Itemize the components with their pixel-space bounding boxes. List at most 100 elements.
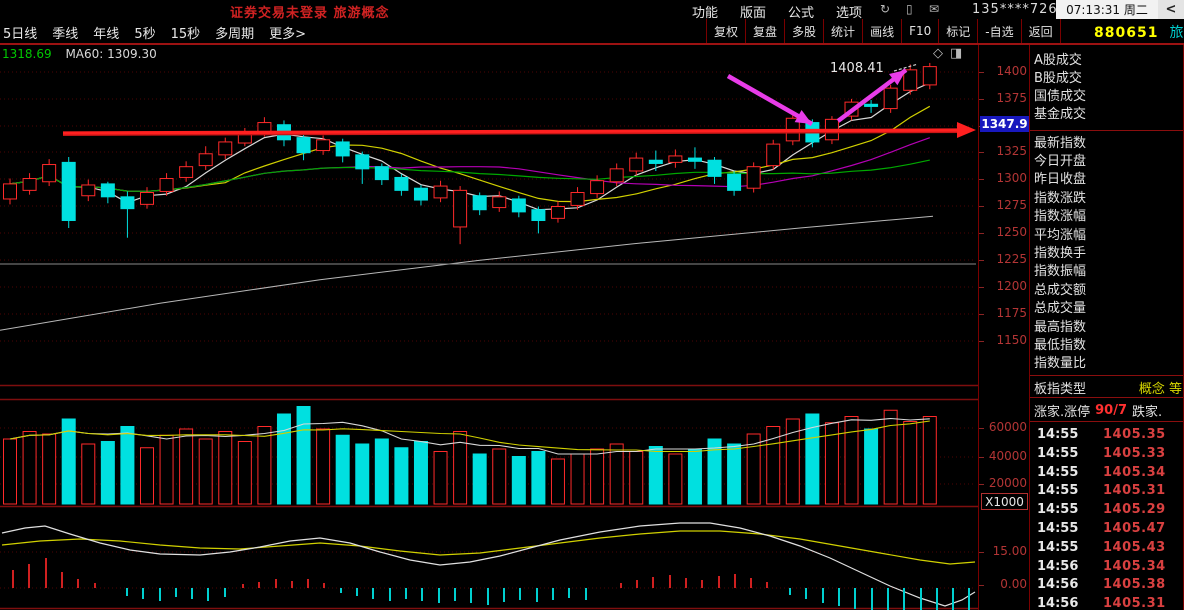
panel-divider (1030, 421, 1183, 422)
volume-bar (257, 426, 272, 505)
toolbar-button[interactable]: 返回 (1020, 19, 1061, 43)
axis-tick-mark (979, 99, 984, 100)
quote-time: 14:55 (1037, 521, 1079, 536)
candle-body (3, 183, 17, 200)
volume-bar (276, 413, 291, 505)
volume-bar (531, 451, 546, 505)
index-stat-item: 指数振幅 (1034, 264, 1087, 280)
quote-row: 14:55 1405.31 (1030, 482, 1183, 500)
period-tab[interactable]: 季线 (52, 23, 78, 42)
toolbar-button[interactable]: -自选 (977, 19, 1020, 43)
candle-body (492, 196, 507, 209)
period-tab[interactable]: 5秒 (134, 23, 155, 42)
quote-row: 14:55 1405.33 (1030, 445, 1183, 463)
volume-bar (687, 448, 702, 505)
volume-bar (511, 456, 526, 505)
candle-body (648, 159, 663, 164)
price-axis-label: 1175 (996, 306, 1027, 320)
toolbar-button[interactable]: 标记 (938, 19, 977, 43)
account-phone-number: 135****7268 (972, 2, 1067, 17)
symbol-code: 880651 (1094, 25, 1159, 41)
volume-bar (903, 421, 918, 505)
index-stat-item: 指数换手 (1034, 245, 1087, 261)
candle-body (120, 196, 135, 210)
volume-bar (668, 453, 683, 505)
toolbar-button[interactable]: 复权 (706, 19, 745, 43)
chart-area[interactable]: 1318.69 MA60: 1309.30 1408.41 ◇ ◨ (0, 45, 978, 610)
price-axis-label: 1300 (996, 171, 1027, 185)
quote-price: 1405.34 (1103, 464, 1166, 480)
volume-bar (237, 441, 252, 505)
volume-bar (218, 431, 233, 505)
mail-icon[interactable]: ✉ (929, 2, 939, 16)
quote-time: 14:55 (1037, 445, 1079, 461)
volume-bar (472, 453, 487, 505)
long-term-ma-line (0, 215, 934, 331)
volume-bar (883, 409, 898, 505)
candlestick-chart-canvas[interactable] (0, 45, 978, 610)
volume-bar (492, 448, 507, 505)
toolbar-buttons: 复权 复盘 多股 统计 画线 F10 标记 -自选 返回 (706, 19, 1061, 43)
quote-time: 14:55 (1037, 464, 1079, 480)
period-tab[interactable]: 年线 (93, 23, 119, 42)
trend-line-arrowhead (957, 122, 976, 138)
advancers-value: 90/7 (1095, 402, 1128, 418)
axis-tick-mark (979, 287, 984, 288)
period-tab[interactable]: 5日线 (3, 23, 37, 42)
volume-bar (648, 446, 663, 505)
volume-bar (413, 441, 428, 505)
quote-row: 14:55 1405.47 (1030, 520, 1183, 538)
candle-body (472, 195, 487, 211)
volume-axis-label: 40000 (988, 449, 1027, 463)
collapse-chevron-icon[interactable]: < (1158, 0, 1184, 19)
volume-bar (3, 438, 17, 505)
index-stat-item: 平均涨幅 (1034, 227, 1087, 243)
price-axis-label: 1375 (996, 91, 1027, 105)
candle-body (22, 178, 37, 191)
toolbar-button[interactable]: 统计 (823, 19, 862, 43)
panel-toggle-icon[interactable]: ◨ (950, 46, 962, 61)
title-bar: 证券交易未登录 旅游概念 功能 版面 公式 选项 ↻ ▯ ✉ 135****72… (0, 0, 1184, 21)
board-type-value: 概念 等 (1138, 381, 1182, 397)
candle-body (159, 178, 174, 192)
axis-tick-mark (979, 552, 984, 553)
price-axis-label: 1250 (996, 225, 1027, 239)
ma30-value: 1318.69 (2, 47, 52, 61)
volume-bar (394, 447, 409, 505)
indicator-axis-label: 15.00 (992, 544, 1027, 558)
axis-tick-mark (979, 260, 984, 261)
axis-tick-mark (979, 314, 984, 315)
indicator-axis-label: 0.00 (1000, 577, 1027, 591)
period-tab[interactable]: 多周期 (215, 23, 254, 42)
toolbar-button[interactable]: 画线 (862, 19, 901, 43)
indicator-yellow-line (1, 530, 976, 565)
candle-body (355, 154, 370, 170)
symbol-header: 880651 旅游概念 (1094, 22, 1184, 42)
quote-time: 14:56 (1037, 558, 1079, 574)
volume-bar (355, 443, 370, 505)
trading-terminal-window: 证券交易未登录 旅游概念 功能 版面 公式 选项 ↻ ▯ ✉ 135****72… (0, 0, 1184, 610)
diamond-marker-icon[interactable]: ◇ (933, 46, 943, 61)
price-axis-label: 1325 (996, 144, 1027, 158)
toolbar-button[interactable]: F10 (901, 19, 938, 43)
quote-row: 14:55 1405.34 (1030, 464, 1183, 482)
panel-divider (1030, 397, 1183, 398)
toolbar-button[interactable]: 复盘 (745, 19, 784, 43)
toolbar-button[interactable]: 多股 (784, 19, 823, 43)
axis-tick-mark (979, 428, 984, 429)
refresh-icon[interactable]: ↻ (880, 2, 890, 16)
axis-tick-mark (979, 585, 984, 586)
phone-icon[interactable]: ▯ (906, 2, 913, 16)
period-tab[interactable]: 更多> (269, 23, 306, 42)
axis-tick-mark (979, 457, 984, 458)
candle-body (81, 184, 96, 197)
quote-row: 14:55 1405.29 (1030, 501, 1183, 519)
candle-body (668, 155, 683, 163)
quote-price: 1405.34 (1103, 558, 1166, 574)
candle-body (590, 180, 605, 195)
volume-bar (374, 438, 389, 505)
quote-row: 14:55 1405.43 (1030, 539, 1183, 557)
period-tab[interactable]: 15秒 (171, 23, 201, 42)
clock-display: 07:13:31 周二 (1056, 0, 1158, 19)
volume-bar (139, 447, 154, 505)
